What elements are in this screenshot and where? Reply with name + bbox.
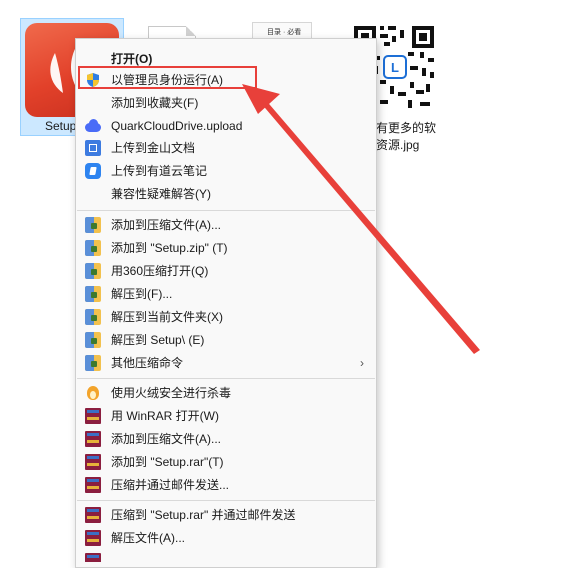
- annotation-arrow: [242, 84, 480, 354]
